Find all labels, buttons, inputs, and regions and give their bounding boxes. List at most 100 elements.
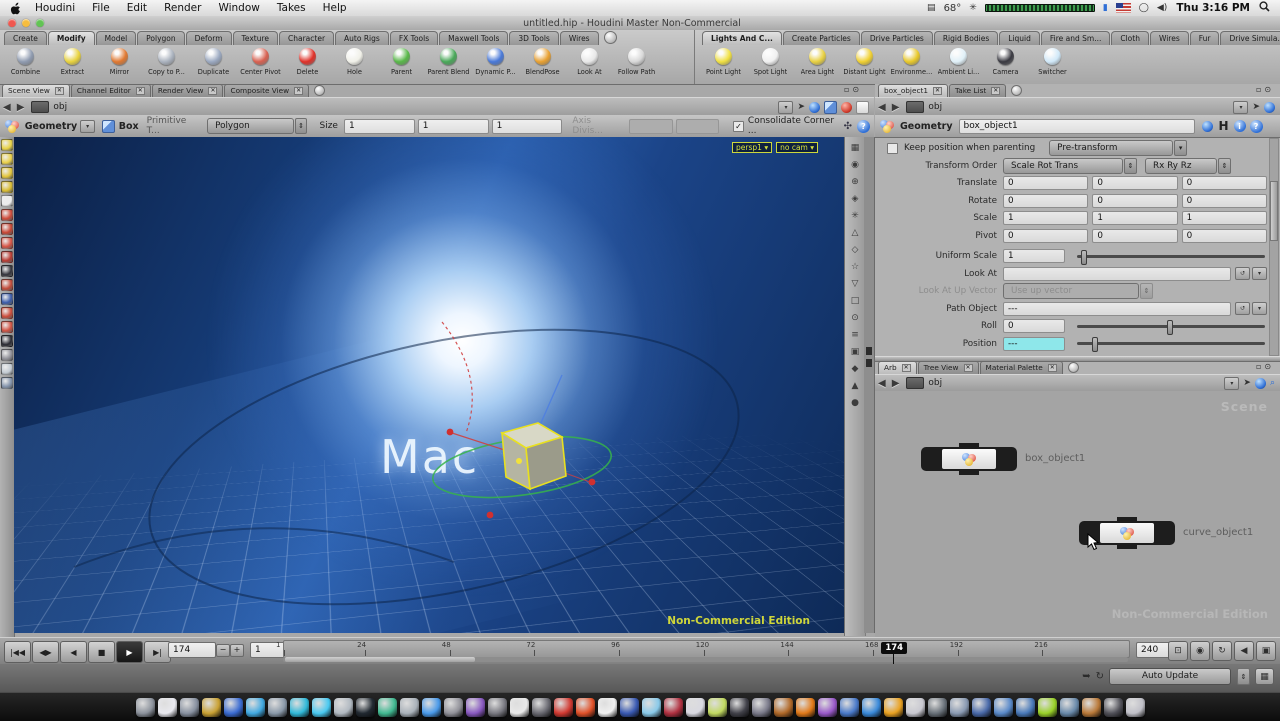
size-x-field[interactable]: 1: [344, 119, 415, 134]
path-dropdown-button[interactable]: ▾: [778, 101, 793, 114]
shelf-tool[interactable]: Parent: [378, 46, 425, 83]
dock-app-icon[interactable]: [686, 698, 705, 717]
param-field-z[interactable]: 1: [1182, 211, 1267, 225]
op-chooser-icon[interactable]: ↺: [1235, 302, 1250, 315]
dock-app-icon[interactable]: [994, 698, 1013, 717]
transport-button[interactable]: ■: [88, 641, 115, 663]
target-node-icon[interactable]: [1202, 121, 1213, 132]
shelf-tool[interactable]: Switcher: [1029, 46, 1076, 83]
param-field-z[interactable]: 0: [1182, 176, 1267, 190]
shelf-tab[interactable]: Liquid: [999, 31, 1040, 45]
menu-item[interactable]: Render: [164, 2, 201, 14]
help-icon[interactable]: ?: [857, 120, 870, 133]
playbar-settings-icon[interactable]: ▣: [1256, 641, 1276, 661]
dock-app-icon[interactable]: [906, 698, 925, 717]
pane-tab[interactable]: box_object1✕: [878, 84, 948, 97]
shelf-tool[interactable]: Extract: [49, 46, 96, 83]
shelf-tab[interactable]: Cloth: [1111, 31, 1149, 45]
shelf-tab[interactable]: Texture: [233, 31, 278, 45]
transport-button[interactable]: |◀◀: [4, 641, 31, 663]
node-box-object1[interactable]: box_object1: [921, 447, 1017, 471]
viewport-display-option-icon[interactable]: ⊕: [847, 174, 863, 190]
shelf-tool[interactable]: Spot Light: [747, 46, 794, 83]
pin-icon[interactable]: ➤: [1252, 102, 1260, 112]
path-node-icon[interactable]: [906, 377, 924, 389]
info-icon[interactable]: i: [1234, 120, 1246, 132]
viewport-display-option-icon[interactable]: ◇: [847, 242, 863, 258]
pane-tab[interactable]: Channel Editor✕: [71, 84, 151, 97]
dock-app-icon[interactable]: [488, 698, 507, 717]
path-node-icon[interactable]: [31, 101, 49, 113]
dock-app-icon[interactable]: [202, 698, 221, 717]
op-type-dropdown[interactable]: ▾: [80, 120, 95, 133]
close-tab-icon[interactable]: ✕: [55, 87, 64, 95]
viewport-tool-icon[interactable]: [1, 377, 13, 389]
param-field-y[interactable]: 0: [1092, 229, 1177, 243]
pane-tab[interactable]: Material Palette✕: [980, 361, 1063, 374]
look-at-field[interactable]: [1003, 267, 1231, 281]
add-pane-tab-button[interactable]: [1011, 85, 1022, 96]
shelf-tab[interactable]: Auto Rigs: [335, 31, 389, 45]
path-forward-icon[interactable]: ▶: [17, 102, 25, 113]
viewport-tool-icon[interactable]: [1, 307, 13, 319]
temperature-status[interactable]: 68°: [944, 3, 962, 14]
op-menu-icon[interactable]: ▾: [1252, 267, 1267, 280]
viewport-display-option-icon[interactable]: ●: [847, 395, 863, 411]
path-forward-icon[interactable]: ▶: [892, 378, 900, 389]
minimize-window-button[interactable]: [22, 19, 30, 27]
shelf-tool[interactable]: Copy to P...: [143, 46, 190, 83]
menu-item[interactable]: Takes: [277, 2, 306, 14]
viewport-tool-icon[interactable]: [1, 195, 13, 207]
close-tab-icon[interactable]: ✕: [136, 87, 145, 95]
menu-item[interactable]: Houdini: [35, 2, 75, 14]
path-back-icon[interactable]: ◀: [878, 102, 886, 113]
position-field[interactable]: ---: [1003, 337, 1065, 351]
op-menu-icon[interactable]: ▾: [1252, 302, 1267, 315]
frame-increment-button[interactable]: +: [230, 644, 244, 657]
node-output-connector[interactable]: [959, 471, 979, 475]
uniform-scale-field[interactable]: 1: [1003, 249, 1065, 263]
frame-decrement-button[interactable]: −: [216, 644, 230, 657]
param-field-y[interactable]: 0: [1092, 194, 1177, 208]
menubar-clock[interactable]: Thu 3:16 PM: [1176, 2, 1250, 14]
viewport-tool-icon[interactable]: [1, 181, 13, 193]
dock-app-icon[interactable]: [400, 698, 419, 717]
help-icon[interactable]: ?: [1250, 120, 1263, 133]
search-icon[interactable]: ⌕: [1270, 378, 1275, 388]
dock-app-icon[interactable]: [224, 698, 243, 717]
path-forward-icon[interactable]: ▶: [892, 102, 900, 113]
shelf-tab[interactable]: Deform: [186, 31, 232, 45]
flag-icon[interactable]: ➥: [1082, 671, 1090, 682]
viewport-3d[interactable]: Mac persp1 ▾ no cam ▾ Non-Commercial Edi…: [14, 137, 844, 633]
dock-app-icon[interactable]: [180, 698, 199, 717]
shelf-tab[interactable]: Drive Particles: [861, 31, 933, 45]
dock-app-icon[interactable]: [268, 698, 287, 717]
dock-app-icon[interactable]: [950, 698, 969, 717]
viewport-tool-icon[interactable]: [1, 363, 13, 375]
viewport-display-option-icon[interactable]: ◆: [847, 361, 863, 377]
close-tab-icon[interactable]: ✕: [294, 87, 303, 95]
path-dropdown-button[interactable]: ▾: [1233, 101, 1248, 114]
zoom-window-button[interactable]: [36, 19, 44, 27]
dock-app-icon[interactable]: [818, 698, 837, 717]
dock-app-icon[interactable]: [554, 698, 573, 717]
path-node-icon[interactable]: [906, 101, 924, 113]
primitive-type-select[interactable]: Polygon: [207, 118, 294, 134]
viewport-display-option-icon[interactable]: ◉: [847, 157, 863, 173]
shelf-tool[interactable]: Point Light: [700, 46, 747, 83]
persp-view-label[interactable]: persp1 ▾: [732, 142, 772, 153]
param-field-x[interactable]: 0: [1003, 194, 1088, 208]
dock-app-icon[interactable]: [862, 698, 881, 717]
dock-app-icon[interactable]: [378, 698, 397, 717]
shelf-tab[interactable]: Create: [4, 31, 47, 45]
character-icon[interactable]: [841, 102, 852, 113]
rotate-order-stepper[interactable]: ⇕: [1218, 158, 1231, 174]
viewport-tool-icon[interactable]: [1, 251, 13, 263]
pane-tab[interactable]: Scene View✕: [2, 84, 70, 97]
pane-tab[interactable]: Composite View✕: [224, 84, 309, 97]
viewport-tool-icon[interactable]: [1, 265, 13, 277]
window-titlebar[interactable]: untitled.hip - Houdini Master Non-Commer…: [0, 16, 1280, 31]
shelf-tab[interactable]: Create Particles: [783, 31, 860, 45]
dock-app-icon[interactable]: [620, 698, 639, 717]
dock-app-icon[interactable]: [356, 698, 375, 717]
